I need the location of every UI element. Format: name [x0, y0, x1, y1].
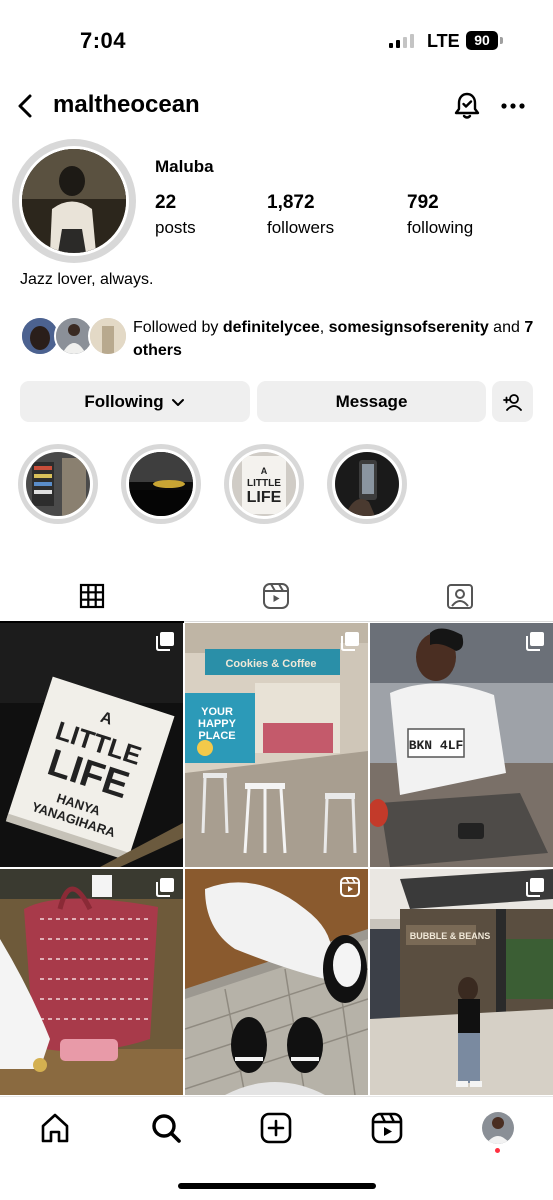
chevron-down-icon	[171, 398, 184, 406]
carousel-icon	[526, 878, 544, 897]
stat-value: 1,872	[267, 192, 315, 213]
post-store-sign: BUBBLE & BEANS	[410, 931, 491, 941]
battery-icon: 90	[466, 31, 498, 50]
grid-icon	[79, 583, 105, 609]
status-bar: 7:04 LTE 90	[0, 0, 553, 80]
profile-tabs	[0, 570, 553, 623]
follower-avatar	[88, 316, 128, 356]
highlight-book[interactable]: A LITTLE LIFE	[224, 444, 304, 524]
post-cafe-wall: YOUR	[201, 706, 233, 718]
carousel-icon	[156, 632, 174, 651]
stat-value: 792	[407, 192, 439, 213]
post-thumbnail[interactable]: BKN 4LF	[370, 623, 553, 867]
post-cafe-wall: HAPPY	[198, 718, 237, 730]
signal-icon	[389, 34, 414, 48]
new-post-icon[interactable]	[259, 1111, 293, 1145]
reels-icon[interactable]	[370, 1111, 404, 1145]
tab-grid[interactable]	[0, 570, 184, 623]
following-button[interactable]: Following	[20, 381, 250, 422]
highlight-cover	[332, 449, 402, 519]
reel-badge-icon	[340, 877, 360, 897]
profile-avatar[interactable]	[12, 139, 136, 263]
followed-by-and: and	[488, 319, 525, 336]
more-horizontal-icon[interactable]	[498, 92, 528, 120]
stat-label: posts	[155, 218, 196, 237]
search-icon[interactable]	[149, 1111, 183, 1145]
highlight-cover	[23, 449, 93, 519]
home-icon[interactable]	[38, 1111, 72, 1145]
followed-by-user[interactable]: definitelycee	[223, 319, 320, 336]
highlight-cover: A LITTLE LIFE	[229, 449, 299, 519]
post-thumbnail[interactable]	[185, 869, 368, 1095]
profile-username: maltheocean	[53, 91, 200, 118]
bell-check-icon[interactable]	[451, 90, 483, 122]
carousel-icon	[526, 632, 544, 651]
post-grid: A LITTLE LIFE HANYA YANAGIHARA Cookies &…	[0, 623, 553, 1095]
profile-header: maltheocean	[0, 86, 553, 126]
highlight-cover	[126, 449, 196, 519]
highlight-store[interactable]	[18, 444, 98, 524]
notification-dot	[495, 1148, 500, 1153]
highlight-phone[interactable]	[327, 444, 407, 524]
following-label: Following	[84, 391, 164, 411]
network-label: LTE	[427, 31, 460, 51]
chevron-left-icon[interactable]	[12, 92, 40, 120]
followed-by-user[interactable]: somesignsofserenity	[329, 319, 489, 336]
tagged-icon	[447, 584, 473, 609]
post-shirt-text: BKN 4LF	[409, 738, 464, 753]
reels-icon	[263, 583, 289, 609]
add-user-icon	[502, 393, 522, 411]
battery-cap	[500, 37, 503, 44]
tab-tagged[interactable]	[368, 570, 552, 622]
svg-text:LITTLE: LITTLE	[247, 478, 281, 489]
add-user-button[interactable]	[492, 381, 533, 422]
followed-by-text[interactable]: Followed by definitelycee, somesignsofse…	[133, 316, 543, 362]
post-thumbnail[interactable]: Cookies & Coffee YOUR HAPPY PLACE	[185, 623, 368, 867]
profile-photo	[19, 146, 129, 256]
stat-value: 22	[155, 192, 177, 213]
message-button[interactable]: Message	[257, 381, 486, 422]
followed-by-avatars[interactable]	[20, 316, 128, 358]
tab-reels[interactable]	[184, 570, 368, 622]
post-cafe-sign: Cookies & Coffee	[225, 658, 316, 670]
highlight-car[interactable]	[121, 444, 201, 524]
carousel-icon	[156, 878, 174, 897]
status-time: 7:04	[80, 28, 127, 53]
carousel-icon	[341, 632, 359, 651]
message-label: Message	[335, 391, 408, 411]
followed-by-prefix: Followed by	[133, 319, 223, 336]
svg-text:A: A	[261, 466, 268, 476]
profile-bio: Jazz lover, always.	[20, 271, 154, 288]
svg-text:LIFE: LIFE	[247, 489, 282, 506]
stat-posts[interactable]: 22 posts	[155, 192, 196, 238]
followed-by-sep: ,	[319, 319, 329, 336]
post-thumbnail[interactable]	[0, 869, 183, 1095]
post-thumbnail[interactable]: BUBBLE & BEANS	[370, 869, 553, 1095]
stat-followers[interactable]: 1,872 followers	[267, 192, 334, 238]
display-name: Maluba	[155, 157, 214, 176]
profile-avatar[interactable]	[482, 1112, 514, 1144]
stat-following[interactable]: 792 following	[407, 192, 473, 238]
post-thumbnail[interactable]: A LITTLE LIFE HANYA YANAGIHARA	[0, 623, 183, 867]
stat-label: following	[407, 218, 474, 237]
stat-label: followers	[267, 218, 335, 237]
home-indicator	[178, 1183, 376, 1189]
